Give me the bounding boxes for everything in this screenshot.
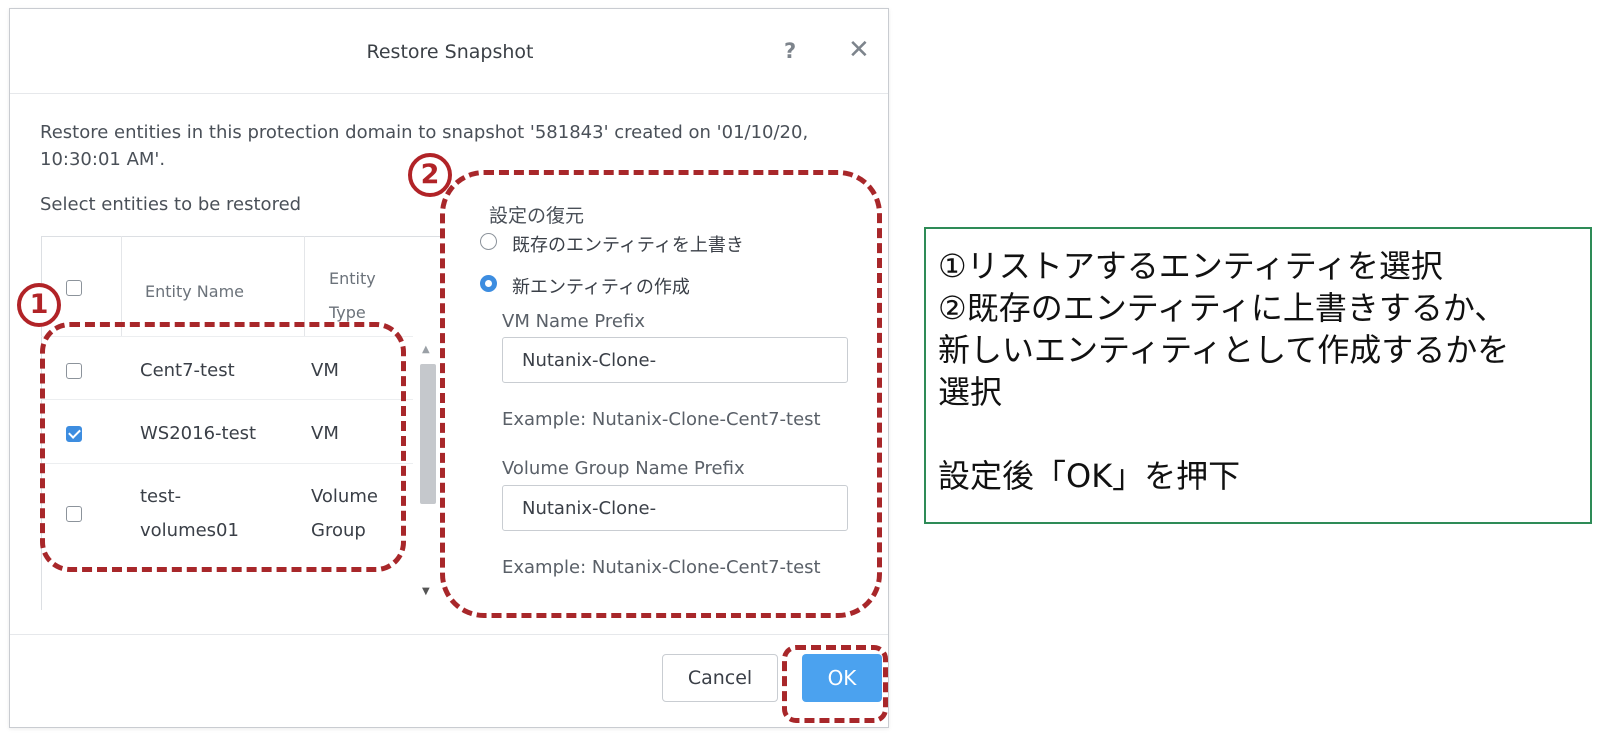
header-divider [10, 93, 888, 94]
help-icon[interactable]: ? [784, 39, 796, 63]
close-icon[interactable]: ✕ [848, 35, 870, 65]
note-line: 選択 [938, 373, 1003, 411]
note-line [938, 413, 1590, 455]
instruction-note: ①リストアするエンティティを選択 ②既存のエンティティに上書きするか、 新しいエ… [924, 227, 1592, 524]
table-top-border [41, 236, 441, 237]
ok-button-highlight [782, 645, 888, 723]
footer-divider [10, 634, 888, 635]
settings-highlight [440, 170, 882, 618]
scroll-down-icon[interactable]: ▼ [422, 586, 430, 597]
dialog-title: Restore Snapshot [366, 41, 534, 63]
note-line: 新しいエンティティとして作成するかを [938, 331, 1510, 369]
cancel-button[interactable]: Cancel [662, 654, 778, 702]
header-column-divider [121, 236, 122, 336]
table-scrollbar[interactable]: ▲ ▼ [417, 340, 439, 604]
select-entities-label: Select entities to be restored [40, 194, 302, 215]
entity-selection-highlight [40, 322, 406, 572]
select-all-checkbox[interactable] [66, 280, 82, 296]
entity-name-header[interactable]: Entity Name [145, 282, 244, 301]
entity-type-header[interactable]: Entity Type [329, 262, 389, 330]
step-1-marker: 1 [17, 283, 61, 327]
note-line: ①リストアするエンティティを選択 [938, 247, 1443, 285]
step-2-marker: 2 [408, 153, 452, 197]
note-line: ②既存のエンティティに上書きするか、 [938, 289, 1507, 327]
scroll-thumb[interactable] [420, 364, 436, 504]
header-column-divider [304, 236, 305, 336]
note-line: 設定後「OK」を押下 [938, 457, 1241, 495]
scroll-up-icon[interactable]: ▲ [422, 344, 430, 355]
